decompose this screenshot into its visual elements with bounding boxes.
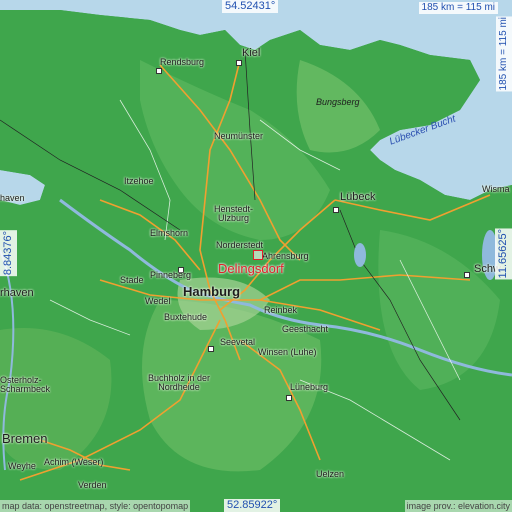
place-label: Bremen [2, 431, 48, 446]
place-label: Ahrensburg [262, 251, 309, 261]
place-label: rhaven [0, 287, 34, 299]
north-coordinate: 54.52431° [222, 0, 279, 13]
place-label: Wedel [145, 296, 171, 306]
place-label: Hamburg [183, 284, 241, 299]
lake [354, 243, 366, 267]
attribution-right: image prov.: elevation.city [404, 500, 512, 512]
place-label: Lüneburg [290, 382, 329, 392]
place-label: Buchholz in der Nordheide [148, 373, 211, 392]
scale-horizontal: 185 km = 115 mi [418, 2, 498, 14]
place-label: Bungsberg [316, 97, 360, 107]
place-label: Osterholz- Scharmbeck [0, 375, 51, 394]
place-label: Neumünster [214, 131, 264, 141]
south-coordinate: 52.85922° [224, 499, 281, 512]
place-label: Geesthacht [282, 324, 329, 334]
place-label: Henstedt- Ulzburg [214, 204, 254, 223]
target-label: Delingsdorf [218, 261, 284, 276]
place-label: Reinbek [264, 305, 298, 315]
place-label: Pinneberg [150, 270, 192, 280]
town-dot [236, 60, 242, 66]
place-label: Wisma [482, 184, 510, 194]
place-label: Winsen (Luhe) [258, 347, 317, 357]
place-label: Itzehoe [124, 176, 154, 186]
scale-vertical: 185 km = 115 mi [496, 16, 512, 92]
town-dot [208, 346, 214, 352]
attribution-left: map data: openstreetmap, style: opentopo… [0, 500, 191, 512]
place-label: haven [0, 193, 25, 203]
place-label: Lübeck [340, 191, 376, 203]
place-label: Elmshorn [150, 228, 189, 238]
place-label: Uelzen [316, 469, 345, 479]
target-marker [253, 250, 263, 260]
west-coordinate: 8.84376° [0, 230, 17, 277]
town-dot [286, 395, 292, 401]
place-label: Seevetal [220, 337, 256, 347]
place-label: Stade [120, 275, 144, 285]
town-dot [156, 68, 162, 74]
east-coordinate: 11.65625° [495, 228, 512, 280]
place-label: Weyhe [8, 461, 36, 471]
place-label: Achim (Weser) [44, 457, 104, 467]
town-dot [464, 272, 470, 278]
map-view[interactable]: Kiel Rendsburg Neumünster Bungsberg Itze… [0, 0, 512, 512]
place-label: Kiel [242, 47, 261, 59]
town-dot [333, 207, 339, 213]
place-label: Verden [78, 480, 107, 490]
place-label: Norderstedt [216, 240, 264, 250]
place-label: Rendsburg [160, 57, 205, 67]
place-label: Buxtehude [164, 312, 208, 322]
